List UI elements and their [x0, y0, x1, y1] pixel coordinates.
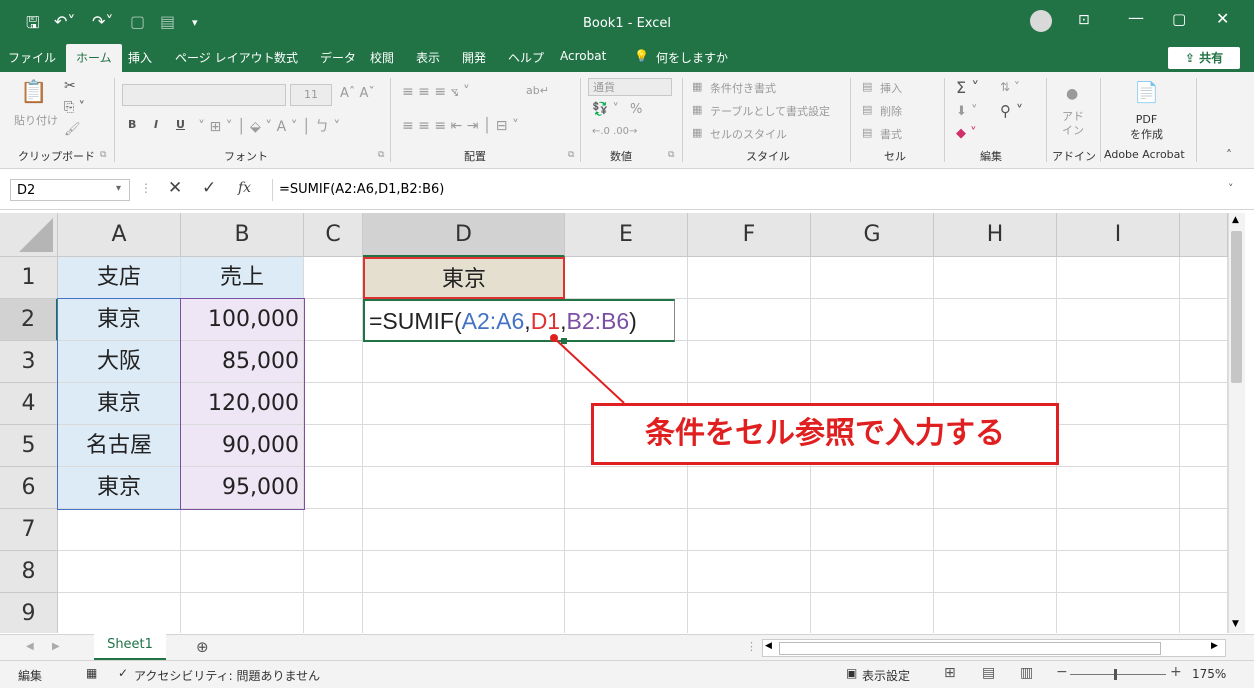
- status-mode: 編集: [18, 669, 43, 683]
- callout-pointer: [550, 334, 625, 404]
- sheet-tab-sheet1[interactable]: Sheet1: [94, 634, 166, 661]
- display-settings-icon: ▣: [846, 666, 858, 680]
- macro-record-icon[interactable]: ▦: [86, 666, 97, 680]
- normal-view-icon[interactable]: ⊞: [944, 665, 956, 681]
- more-icon: ⋮: [746, 640, 757, 653]
- scroll-right-icon[interactable]: ▶: [1211, 641, 1218, 651]
- zoom-out-icon[interactable]: −: [1056, 664, 1068, 680]
- horizontal-scrollbar[interactable]: ◀ ▶: [762, 639, 1226, 657]
- display-settings-button[interactable]: 表示設定: [862, 667, 910, 684]
- callout-annotation: 条件をセル参照で入力する: [591, 403, 1059, 465]
- zoom-level[interactable]: 175%: [1192, 667, 1226, 681]
- scroll-left-icon[interactable]: ◀: [765, 641, 772, 651]
- zoom-slider[interactable]: [1070, 674, 1166, 675]
- horizontal-scroll-thumb[interactable]: [779, 642, 1161, 655]
- accessibility-status[interactable]: アクセシビリティ: 問題ありません: [134, 667, 320, 684]
- zoom-slider-thumb[interactable]: [1114, 669, 1117, 680]
- next-sheet-icon[interactable]: ▶: [52, 641, 60, 652]
- sheet-tab-bar: ◀ ▶ Sheet1 ⊕ ⋮ ◀ ▶: [0, 634, 1254, 661]
- zoom-in-icon[interactable]: +: [1170, 664, 1182, 680]
- page-layout-view-icon[interactable]: ▤: [982, 665, 995, 681]
- status-bar: 編集 ▦ ✓ アクセシビリティ: 問題ありません ▣ 表示設定 ⊞ ▤ ▥ − …: [0, 660, 1254, 688]
- prev-sheet-icon[interactable]: ◀: [26, 641, 34, 652]
- new-sheet-icon[interactable]: ⊕: [196, 638, 209, 656]
- accessibility-icon: ✓: [118, 666, 129, 680]
- page-break-view-icon[interactable]: ▥: [1020, 665, 1033, 681]
